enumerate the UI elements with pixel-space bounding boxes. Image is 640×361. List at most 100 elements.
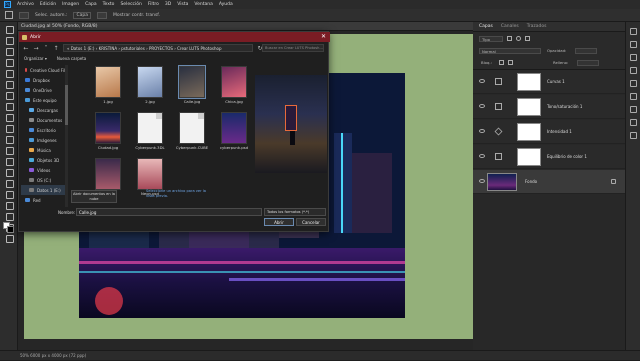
layer-name[interactable]: Equilibrio de color 1 — [547, 154, 587, 159]
file-item-selected[interactable]: Calle.jpg — [175, 65, 209, 106]
lock-pixels-icon[interactable] — [499, 60, 504, 65]
layer-mask-thumbnail[interactable] — [517, 98, 541, 116]
patterns-panel-icon[interactable] — [630, 67, 637, 74]
auto-select-checkbox[interactable] — [19, 11, 29, 19]
brushes-panel-icon[interactable] — [630, 132, 637, 139]
visibility-eye-icon[interactable] — [479, 79, 485, 83]
filter-pixel-icon[interactable] — [507, 36, 512, 41]
close-icon[interactable]: ✕ — [321, 33, 326, 41]
file-item[interactable]: Ciudad.jpg — [91, 112, 125, 152]
gradients-panel-icon[interactable] — [630, 54, 637, 61]
lasso-icon[interactable] — [5, 47, 14, 56]
marquee-icon[interactable] — [5, 36, 14, 45]
menu-imagen[interactable]: Imagen — [62, 2, 79, 7]
background-color-swatch[interactable] — [7, 226, 14, 233]
layer-row[interactable]: Tono/saturación 1 — [473, 95, 625, 119]
lock-position-icon[interactable] — [508, 60, 513, 65]
stamp-icon[interactable] — [5, 113, 14, 122]
show-transform-checkbox[interactable] — [96, 11, 107, 19]
move-icon[interactable] — [5, 25, 14, 34]
layer-mask-thumbnail[interactable] — [517, 123, 541, 141]
layer-kind-filter[interactable]: Tipo — [479, 35, 503, 42]
layer-name[interactable]: Curvas 1 — [547, 79, 565, 84]
chevron-down-icon[interactable]: ˅ — [43, 45, 49, 52]
menu-filtro[interactable]: Filtro — [148, 2, 159, 7]
crop-icon[interactable] — [5, 69, 14, 78]
organize-menu[interactable]: Organizar ▾ — [24, 56, 47, 61]
layer-name[interactable]: Tono/saturación 1 — [547, 104, 582, 109]
document-tab[interactable]: Ciudad.jpg al 50% (Fondo, RGB/8) — [18, 22, 473, 31]
filter-type-icon[interactable] — [525, 36, 530, 41]
visibility-eye-icon[interactable] — [479, 179, 485, 183]
adjustments-panel-icon[interactable] — [630, 93, 637, 100]
layer-mask-thumbnail[interactable] — [517, 73, 541, 91]
menu-texto[interactable]: Texto — [103, 2, 115, 7]
eraser-icon[interactable] — [5, 135, 14, 144]
file-item[interactable]: 2.jpg — [133, 66, 167, 106]
nav-item-music[interactable]: Música — [21, 145, 65, 155]
nav-item-onedrive[interactable]: OneDrive — [21, 85, 65, 95]
move-tool-icon[interactable] — [5, 11, 13, 19]
nav-item-drive-e[interactable]: Datos 1 (E:) — [21, 185, 65, 195]
layer-row-background[interactable]: Fondo — [473, 170, 625, 194]
layer-row[interactable]: Equilibrio de color 1 — [473, 145, 625, 169]
nav-item-pictures[interactable]: Imágenes — [21, 135, 65, 145]
nav-item-dropbox[interactable]: Dropbox — [21, 75, 65, 85]
menu-ventana[interactable]: Ventana — [194, 2, 212, 7]
navigation-scrollbar[interactable] — [65, 65, 68, 207]
layer-name[interactable]: Intensidad 1 — [547, 129, 572, 134]
nav-item-documents[interactable]: Documentos — [21, 115, 65, 125]
menu-archivo[interactable]: Archivo — [17, 2, 34, 7]
nav-item-network[interactable]: Red — [21, 195, 65, 205]
open-cloud-documents-button[interactable]: Abrir documentos en la nube — [71, 190, 117, 203]
layer-row[interactable]: Intensidad 1 — [473, 120, 625, 144]
menu-edicion[interactable]: Edición — [40, 2, 56, 7]
path-select-icon[interactable] — [5, 201, 14, 210]
nav-item-drive-c[interactable]: OS (C:) — [21, 175, 65, 185]
menu-vista[interactable]: Vista — [177, 2, 188, 7]
gradient-icon[interactable] — [5, 146, 14, 155]
layer-row[interactable]: Curvas 1 — [473, 70, 625, 94]
visibility-eye-icon[interactable] — [479, 129, 485, 133]
menu-ayuda[interactable]: Ayuda — [219, 2, 233, 7]
file-item[interactable]: cyberpunk.psd — [217, 112, 251, 152]
healing-icon[interactable] — [5, 91, 14, 100]
file-name-input[interactable]: Calle.jpg — [76, 208, 262, 216]
swatches-panel-icon[interactable] — [630, 41, 637, 48]
libraries-panel-icon[interactable] — [630, 106, 637, 113]
history-brush-icon[interactable] — [5, 124, 14, 133]
cancel-button[interactable]: Cancelar — [296, 218, 326, 226]
tab-canales[interactable]: Canales — [501, 24, 519, 29]
blur-icon[interactable] — [5, 157, 14, 166]
up-arrow-icon[interactable]: ↑ — [53, 45, 59, 52]
new-folder-button[interactable]: Nueva carpeta — [57, 56, 86, 61]
history-panel-icon[interactable] — [630, 119, 637, 126]
back-arrow-icon[interactable]: ← — [23, 45, 29, 52]
properties-panel-icon[interactable] — [630, 80, 637, 87]
menu-3d[interactable]: 3D — [165, 2, 171, 7]
visibility-eye-icon[interactable] — [479, 104, 485, 108]
eyedropper-icon[interactable] — [5, 80, 14, 89]
nav-item-videos[interactable]: Vídeos — [21, 165, 65, 175]
brush-icon[interactable] — [5, 102, 14, 111]
dodge-icon[interactable] — [5, 168, 14, 177]
layer-mask-thumbnail[interactable] — [517, 148, 541, 166]
zoom-icon[interactable] — [5, 234, 14, 243]
color-panel-icon[interactable] — [630, 28, 637, 35]
type-icon[interactable] — [5, 190, 14, 199]
layer-name[interactable]: Fondo — [525, 179, 537, 184]
blend-mode-select[interactable]: Normal — [479, 47, 541, 54]
tab-trazados[interactable]: Trazados — [527, 24, 547, 29]
menu-seleccion[interactable]: Selección — [120, 2, 141, 7]
file-type-select[interactable]: Todos los formatos (*.*) — [264, 208, 326, 216]
fill-input[interactable] — [577, 59, 599, 66]
open-button[interactable]: Abrir — [264, 218, 294, 226]
file-item[interactable]: Cyberpunk.CUBE — [175, 112, 209, 152]
nav-item-desktop[interactable]: Escritorio — [21, 125, 65, 135]
file-item[interactable]: 1.jpg — [91, 66, 125, 106]
tab-capas[interactable]: Capas — [479, 24, 493, 29]
address-bar[interactable]: « Datos 1 (E:) › KRISTINA › pstutoriales… — [63, 44, 253, 52]
shape-icon[interactable] — [5, 212, 14, 221]
nav-item-3d-objects[interactable]: Objetos 3D — [21, 155, 65, 165]
nav-item-creative-cloud[interactable]: Creative Cloud Fil — [21, 65, 65, 75]
